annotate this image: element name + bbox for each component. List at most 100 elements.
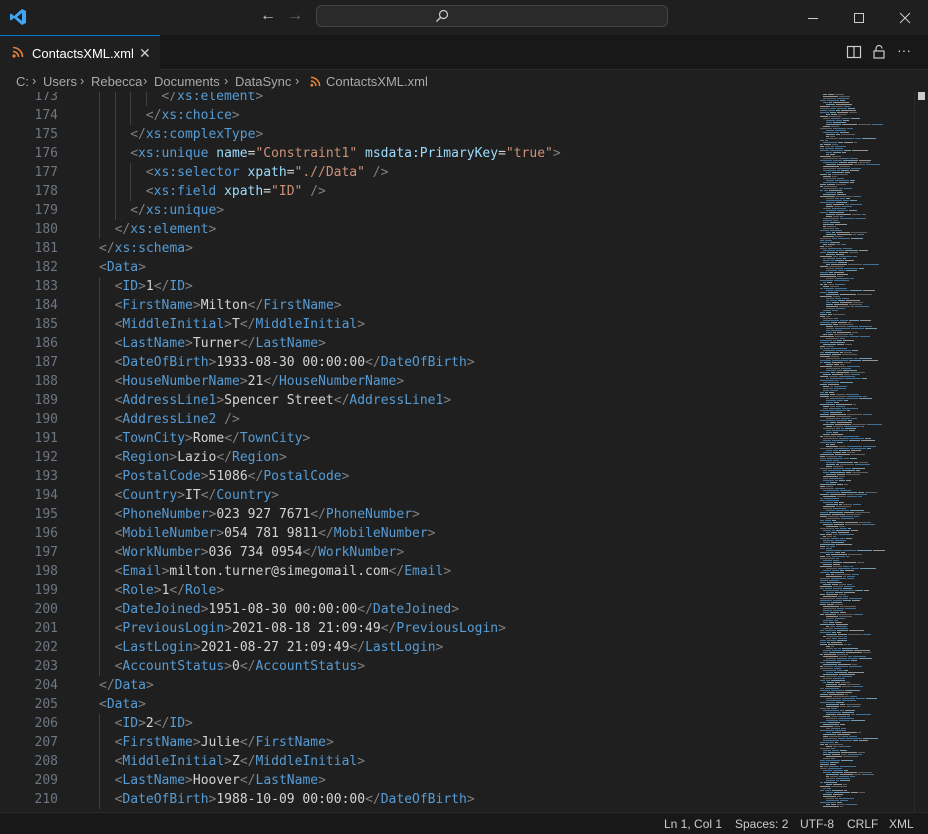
line-number-gutter: 173 174 175 176 177 178 179 180 181 182 183 184 185 1… [0,92,85,812]
code-line[interactable]: <PreviousLogin>2021-08-18 21:09:49</Prev… [115,619,506,638]
scrollbar-thumb[interactable] [918,92,925,100]
code-token: > [185,773,193,788]
minimap-mark [832,176,837,177]
breadcrumb-item[interactable]: Users [43,74,77,89]
code-line[interactable]: <FirstName>Milton</FirstName> [115,296,342,315]
minimap-mark [820,416,835,417]
minimap-mark [836,184,846,185]
minimap-mark [836,134,840,135]
eol-status[interactable]: CRLF [847,817,878,831]
code-line[interactable]: <Email>milton.turner@simegomail.com</Ema… [115,562,452,581]
code-line[interactable]: <PhoneNumber>023 927 7671</PhoneNumber> [115,505,420,524]
minimap-mark [833,460,839,461]
code-token: > [451,602,460,617]
vscode-logo-icon[interactable] [9,8,27,26]
code-token: "Constraint1" [255,146,358,161]
minimap-mark [842,152,846,153]
code-line[interactable]: <AddressLine2 /> [115,410,240,429]
code-line[interactable]: <DateOfBirth>1988-10-09 00:00:00</DateOf… [115,790,475,809]
code-line[interactable]: </xs:choice> [146,106,240,125]
minimap-mark [831,574,834,575]
code-line[interactable]: <MiddleInitial>T</MiddleInitial> [115,315,365,334]
minimap[interactable] [810,92,914,812]
code-line[interactable]: <MobileNumber>054 781 9811</MobileNumber… [115,524,436,543]
code-line[interactable]: <Role>1</Role> [115,581,225,600]
tab-close-icon[interactable]: ✕ [139,45,151,62]
arrow-right-icon[interactable]: → [287,7,303,25]
code-token: 0 [232,659,240,674]
code-line[interactable]: <FirstName>Julie</FirstName> [115,733,334,752]
code-editor[interactable]: 173 174 175 176 177 178 179 180 181 182 183 184 185 1… [0,92,928,812]
breadcrumb-item[interactable]: DataSync [235,74,291,89]
minimap-mark [852,150,868,151]
code-token: </ [302,545,319,560]
code-line[interactable]: <AccountStatus>0</AccountStatus> [115,657,365,676]
code-line[interactable]: <TownCity>Rome</TownCity> [115,429,311,448]
code-line[interactable]: <LastName>Hoover</LastName> [115,771,326,790]
minimize-button[interactable] [790,0,836,35]
code-line[interactable]: <xs:field xpath="ID" /> [146,182,326,201]
minimap-mark [850,438,864,439]
code-line[interactable]: </xs:element> [161,92,263,106]
indentation-status[interactable]: Spaces: 2 [735,817,788,831]
minimap-mark [828,284,834,285]
vertical-scrollbar[interactable] [914,92,928,812]
code-line[interactable]: <HouseNumberName>21</HouseNumberName> [115,372,405,391]
minimap-mark [838,676,841,677]
more-actions-icon[interactable]: ··· [897,42,913,58]
minimap-mark [826,180,834,181]
command-center-search[interactable] [316,5,668,27]
breadcrumb-item[interactable]: Rebecca [91,74,142,89]
code-line[interactable]: <xs:unique name = "Constraint1" msdata:Pri… [130,144,561,163]
code-line[interactable]: <DateJoined>1951-08-30 00:00:00</DateJoi… [115,600,459,619]
cursor-position[interactable]: Ln 1, Col 1 [664,817,722,831]
code-area[interactable]: </xs:element> </xs:choice> </xs:complexTyp… [85,92,810,812]
code-line[interactable]: <Country>IT</Country> [115,486,279,505]
minimap-mark [843,504,852,505]
maximize-button[interactable] [836,0,882,35]
code-line[interactable]: <PostalCode>51086</PostalCode> [115,467,350,486]
minimap-mark [839,798,854,799]
indent-guide [99,619,100,638]
language-mode[interactable]: XML [889,817,914,831]
minimap-mark [847,446,862,447]
code-line[interactable]: <ID>2</ID> [115,714,193,733]
minimap-mark [867,424,882,425]
code-line[interactable]: <LastLogin>2021-08-27 21:09:49</LastLogi… [115,638,444,657]
code-line[interactable]: </xs:element> [115,220,217,239]
code-line[interactable]: </xs:unique> [130,201,224,220]
minimap-mark [849,210,857,211]
split-editor-icon[interactable] [846,44,862,60]
minimap-mark [829,376,838,377]
minimap-mark [826,446,838,447]
minimap-mark [842,408,858,409]
code-line[interactable]: </Data> [99,676,154,695]
arrow-left-icon[interactable]: ← [260,7,276,25]
code-token: milton.turner@simegomail.com [169,564,389,579]
code-line[interactable]: </xs:schema> [99,239,193,258]
lock-icon[interactable] [871,44,887,60]
breadcrumb-item[interactable]: C: [16,74,29,89]
code-line[interactable]: <LastName>Turner</LastName> [115,334,326,353]
code-line[interactable]: <ID>1</ID> [115,277,193,296]
tab-contactsxml[interactable]: ContactsXML.xml ✕ [0,35,160,70]
code-line[interactable]: <AddressLine1>Spencer Street</AddressLin… [115,391,452,410]
breadcrumb-item-file[interactable]: ContactsXML.xml [326,74,428,89]
code-token: </ [318,526,334,541]
code-line[interactable]: <MiddleInitial>Z</MiddleInitial> [115,752,365,771]
code-line[interactable]: <Data> [99,695,146,714]
minimap-mark [860,320,871,321]
minimap-mark [823,226,826,227]
code-line[interactable]: </xs:complexType> [130,125,263,144]
minimap-mark [835,798,838,799]
code-line[interactable]: <xs:selector xpath=".//Data" /> [146,163,389,182]
breadcrumb-item[interactable]: Documents [154,74,220,89]
code-line[interactable]: <DateOfBirth>1933-08-30 00:00:00</DateOf… [115,353,475,372]
code-line[interactable]: <Region>Lazio</Region> [115,448,287,467]
minimap-mark [820,562,832,563]
close-window-button[interactable] [882,0,928,35]
code-line[interactable]: <Data> [99,258,146,277]
encoding-status[interactable]: UTF-8 [800,817,834,831]
code-line[interactable]: <WorkNumber>036 734 0954</WorkNumber> [115,543,405,562]
